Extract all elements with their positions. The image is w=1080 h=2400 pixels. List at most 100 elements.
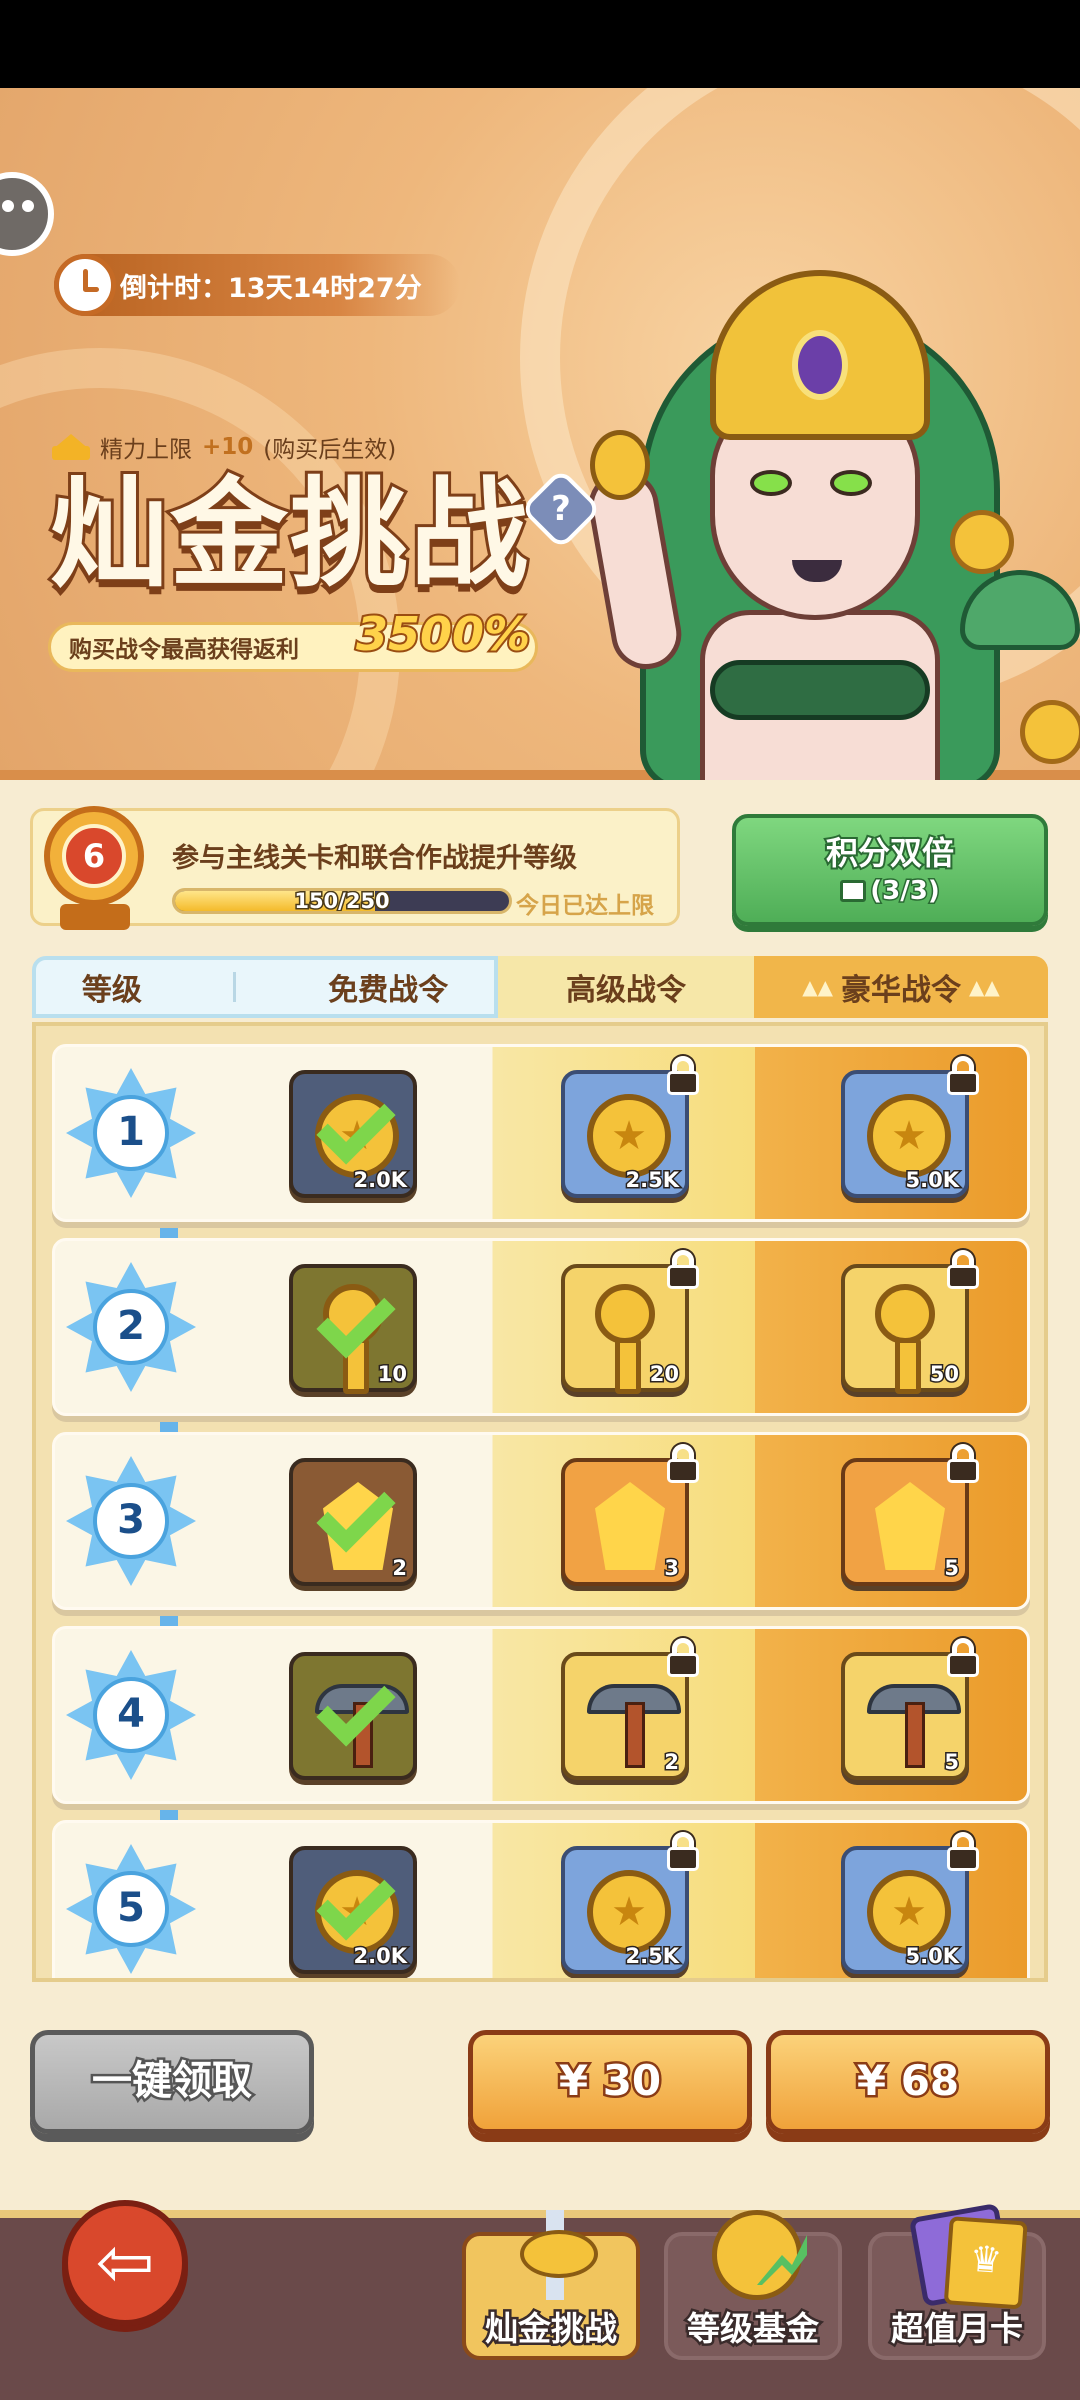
level-description: 参与主线关卡和联合作战提升等级 (172, 843, 577, 874)
adv-reward-item[interactable]: 20 (561, 1250, 699, 1394)
lock-icon (943, 1832, 983, 1872)
nav-label: 超值月卡 (889, 2307, 1026, 2351)
double-points-count: (3/3) (736, 875, 1044, 908)
crystal-icon (875, 1482, 945, 1570)
free-reward-item[interactable]: 2 (289, 1458, 417, 1586)
back-arrow-icon[interactable] (62, 2200, 188, 2326)
reward-count: 2.0K (352, 1943, 409, 1970)
countdown-text: 倒计时：13天14时27分 (120, 272, 422, 304)
rebate-label: 购买战令最高获得返利 (69, 637, 299, 663)
reward-count: 2.0K (352, 1167, 409, 1194)
tab-advanced-label: 高级战令 (566, 973, 686, 1008)
buy-luxury-button[interactable]: ¥ 68 (766, 2030, 1050, 2134)
coin-growth-icon (712, 2210, 802, 2300)
nav-label: 灿金挑战 (483, 2307, 620, 2351)
floating-coin (950, 510, 1014, 574)
level-star-icon: 4 (66, 1650, 196, 1780)
free-reward-item[interactable] (289, 1652, 417, 1780)
pickaxe-icon (587, 1674, 681, 1768)
reward-count: 2.5K (624, 1943, 681, 1970)
question-icon: ? (551, 489, 571, 529)
reward-count: 2 (663, 1749, 681, 1776)
level-badge: 6 (38, 806, 152, 936)
free-reward-item[interactable]: 10 (289, 1264, 417, 1394)
tab-luxury-label: 豪华战令 (841, 973, 961, 1008)
level-star-icon: 3 (66, 1456, 196, 1586)
rebate-percentage: 3500% (354, 605, 532, 663)
sword-shield-icon (510, 2210, 600, 2300)
character-eye (830, 470, 872, 496)
reward-table[interactable]: 1 2.0K 2.5K 5.0K 2 10 20 50 3 2 3 5 4 2 5 5 2.0K 2.5K 5.0K (32, 1022, 1048, 1982)
stamina-bonus-value: +10 (202, 434, 254, 460)
floating-coin (1020, 700, 1080, 764)
lux-reward-item[interactable]: 5 (841, 1444, 979, 1586)
reward-count: 2.5K (624, 1167, 681, 1194)
progress-text: 150/250 (293, 889, 391, 913)
lux-reward-item[interactable]: 50 (841, 1250, 979, 1394)
nav-monthly-card[interactable]: 超值月卡 (868, 2202, 1046, 2360)
reward-count: 5 (943, 1555, 961, 1582)
reward-count: 5.0K (904, 1943, 961, 1970)
adv-reward-item[interactable]: 2 (561, 1638, 699, 1780)
pickaxe-icon (867, 1674, 961, 1768)
reward-count: 3 (663, 1555, 681, 1582)
reward-count: 20 (648, 1361, 680, 1388)
reward-count: 5 (943, 1749, 961, 1776)
tab-divider (233, 972, 237, 1002)
lock-icon (943, 1056, 983, 1096)
crystal-icon (595, 1482, 665, 1570)
tab-advanced-pass[interactable]: 高级战令 (498, 956, 754, 1018)
row-level-number: 2 (93, 1289, 169, 1365)
lock-icon (663, 1250, 703, 1290)
coin-icon (587, 1870, 671, 1954)
helmet-gem (792, 330, 848, 400)
adv-reward-item[interactable]: 3 (561, 1444, 699, 1586)
reward-count: 5.0K (904, 1167, 961, 1194)
tab-free-label: 免费战令 (328, 973, 449, 1008)
lock-icon (663, 1056, 703, 1096)
crown-icon (52, 434, 90, 460)
adv-reward-item[interactable]: 2.5K (561, 1056, 699, 1198)
level-star-icon: 5 (66, 1844, 196, 1974)
lock-icon (663, 1638, 703, 1678)
free-reward-item[interactable]: 2.0K (289, 1070, 417, 1198)
coin-icon (587, 1094, 671, 1178)
countdown-timer: 倒计时：13天14时27分 (54, 254, 460, 316)
nav-golden-challenge[interactable]: 灿金挑战 (462, 2210, 640, 2360)
lux-reward-item[interactable]: 5.0K (841, 1832, 979, 1974)
tab-luxury-pass[interactable]: ▲▲ 豪华战令 ▲▲ (754, 956, 1048, 1018)
key-icon (595, 1284, 655, 1394)
stamina-bonus: 精力上限 +10 (购买后生效) (52, 430, 396, 464)
held-coin (590, 430, 650, 500)
lux-reward-item[interactable]: 5.0K (841, 1056, 979, 1198)
reward-count: 10 (376, 1361, 408, 1388)
adv-reward-item[interactable]: 2.5K (561, 1832, 699, 1974)
reward-count: 50 (928, 1361, 960, 1388)
double-points-count-text: (3/3) (869, 875, 941, 908)
lux-reward-item[interactable]: 5 (841, 1638, 979, 1780)
lock-icon (663, 1832, 703, 1872)
buy-advanced-button[interactable]: ¥ 30 (468, 2030, 752, 2134)
chevron-up-icon: ▲▲ (802, 975, 833, 999)
level-number: 6 (62, 824, 126, 888)
lock-icon (943, 1638, 983, 1678)
row-level-number: 5 (93, 1871, 169, 1947)
lock-icon (943, 1250, 983, 1290)
double-points-button[interactable]: 积分双倍 (3/3) (732, 814, 1048, 926)
reward-count: 2 (391, 1555, 409, 1582)
event-title: 灿金挑战 (47, 465, 531, 603)
level-progress-bar: 150/250 (172, 888, 512, 914)
tab-free-pass[interactable]: 等级 免费战令 (32, 956, 498, 1018)
coin-icon (867, 1870, 951, 1954)
checkmark-icon (316, 1279, 396, 1359)
lock-icon (943, 1444, 983, 1484)
trophy-base (60, 904, 130, 930)
pass-tabs: 等级 免费战令 高级战令 ▲▲ 豪华战令 ▲▲ (32, 956, 1048, 1018)
video-icon (840, 880, 867, 902)
clock-icon (54, 254, 116, 316)
free-reward-item[interactable]: 2.0K (289, 1846, 417, 1974)
claim-all-button[interactable]: 一键领取 (30, 2030, 314, 2134)
coin-icon (867, 1094, 951, 1178)
nav-level-fund[interactable]: 等级基金 (664, 2210, 842, 2360)
row-level-number: 3 (93, 1483, 169, 1559)
